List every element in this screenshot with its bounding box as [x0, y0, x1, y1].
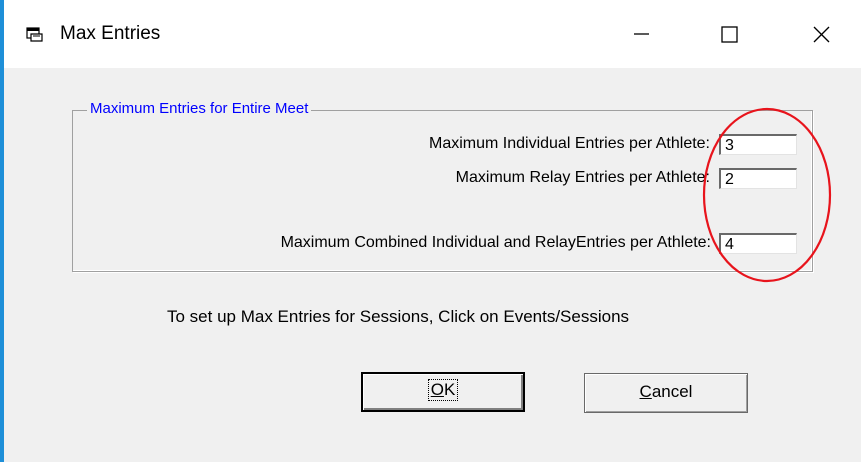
ok-button[interactable]: OK [361, 372, 525, 412]
combined-entries-label: Maximum Combined Individual and RelayEnt… [280, 234, 711, 251]
relay-entries-label: Maximum Relay Entries per Athlete: [455, 169, 710, 186]
group-legend: Maximum Entries for Entire Meet [87, 100, 312, 117]
sessions-hint: To set up Max Entries for Sessions, Clic… [167, 307, 630, 326]
minimize-icon[interactable] [616, 14, 666, 54]
max-entries-dialog: Max Entries Maximum Entries for Entire M… [4, 0, 861, 462]
close-icon[interactable] [796, 14, 846, 54]
ok-button-label: OK [427, 379, 459, 401]
ok-label-rest: K [443, 380, 456, 399]
maximize-icon[interactable] [704, 14, 754, 54]
window-title: Max Entries [60, 23, 161, 44]
cancel-mnemonic: C [639, 382, 652, 401]
combined-entries-input[interactable] [719, 233, 797, 254]
window-icon [26, 27, 43, 42]
relay-entries-input[interactable] [719, 168, 797, 189]
individual-entries-label: Maximum Individual Entries per Athlete: [428, 135, 710, 152]
title-bar[interactable]: Max Entries [4, 0, 861, 68]
individual-entries-input[interactable] [719, 134, 797, 155]
cancel-label-rest: ancel [651, 382, 693, 401]
ok-mnemonic: O [430, 380, 444, 399]
cancel-button[interactable]: Cancel [584, 373, 748, 413]
